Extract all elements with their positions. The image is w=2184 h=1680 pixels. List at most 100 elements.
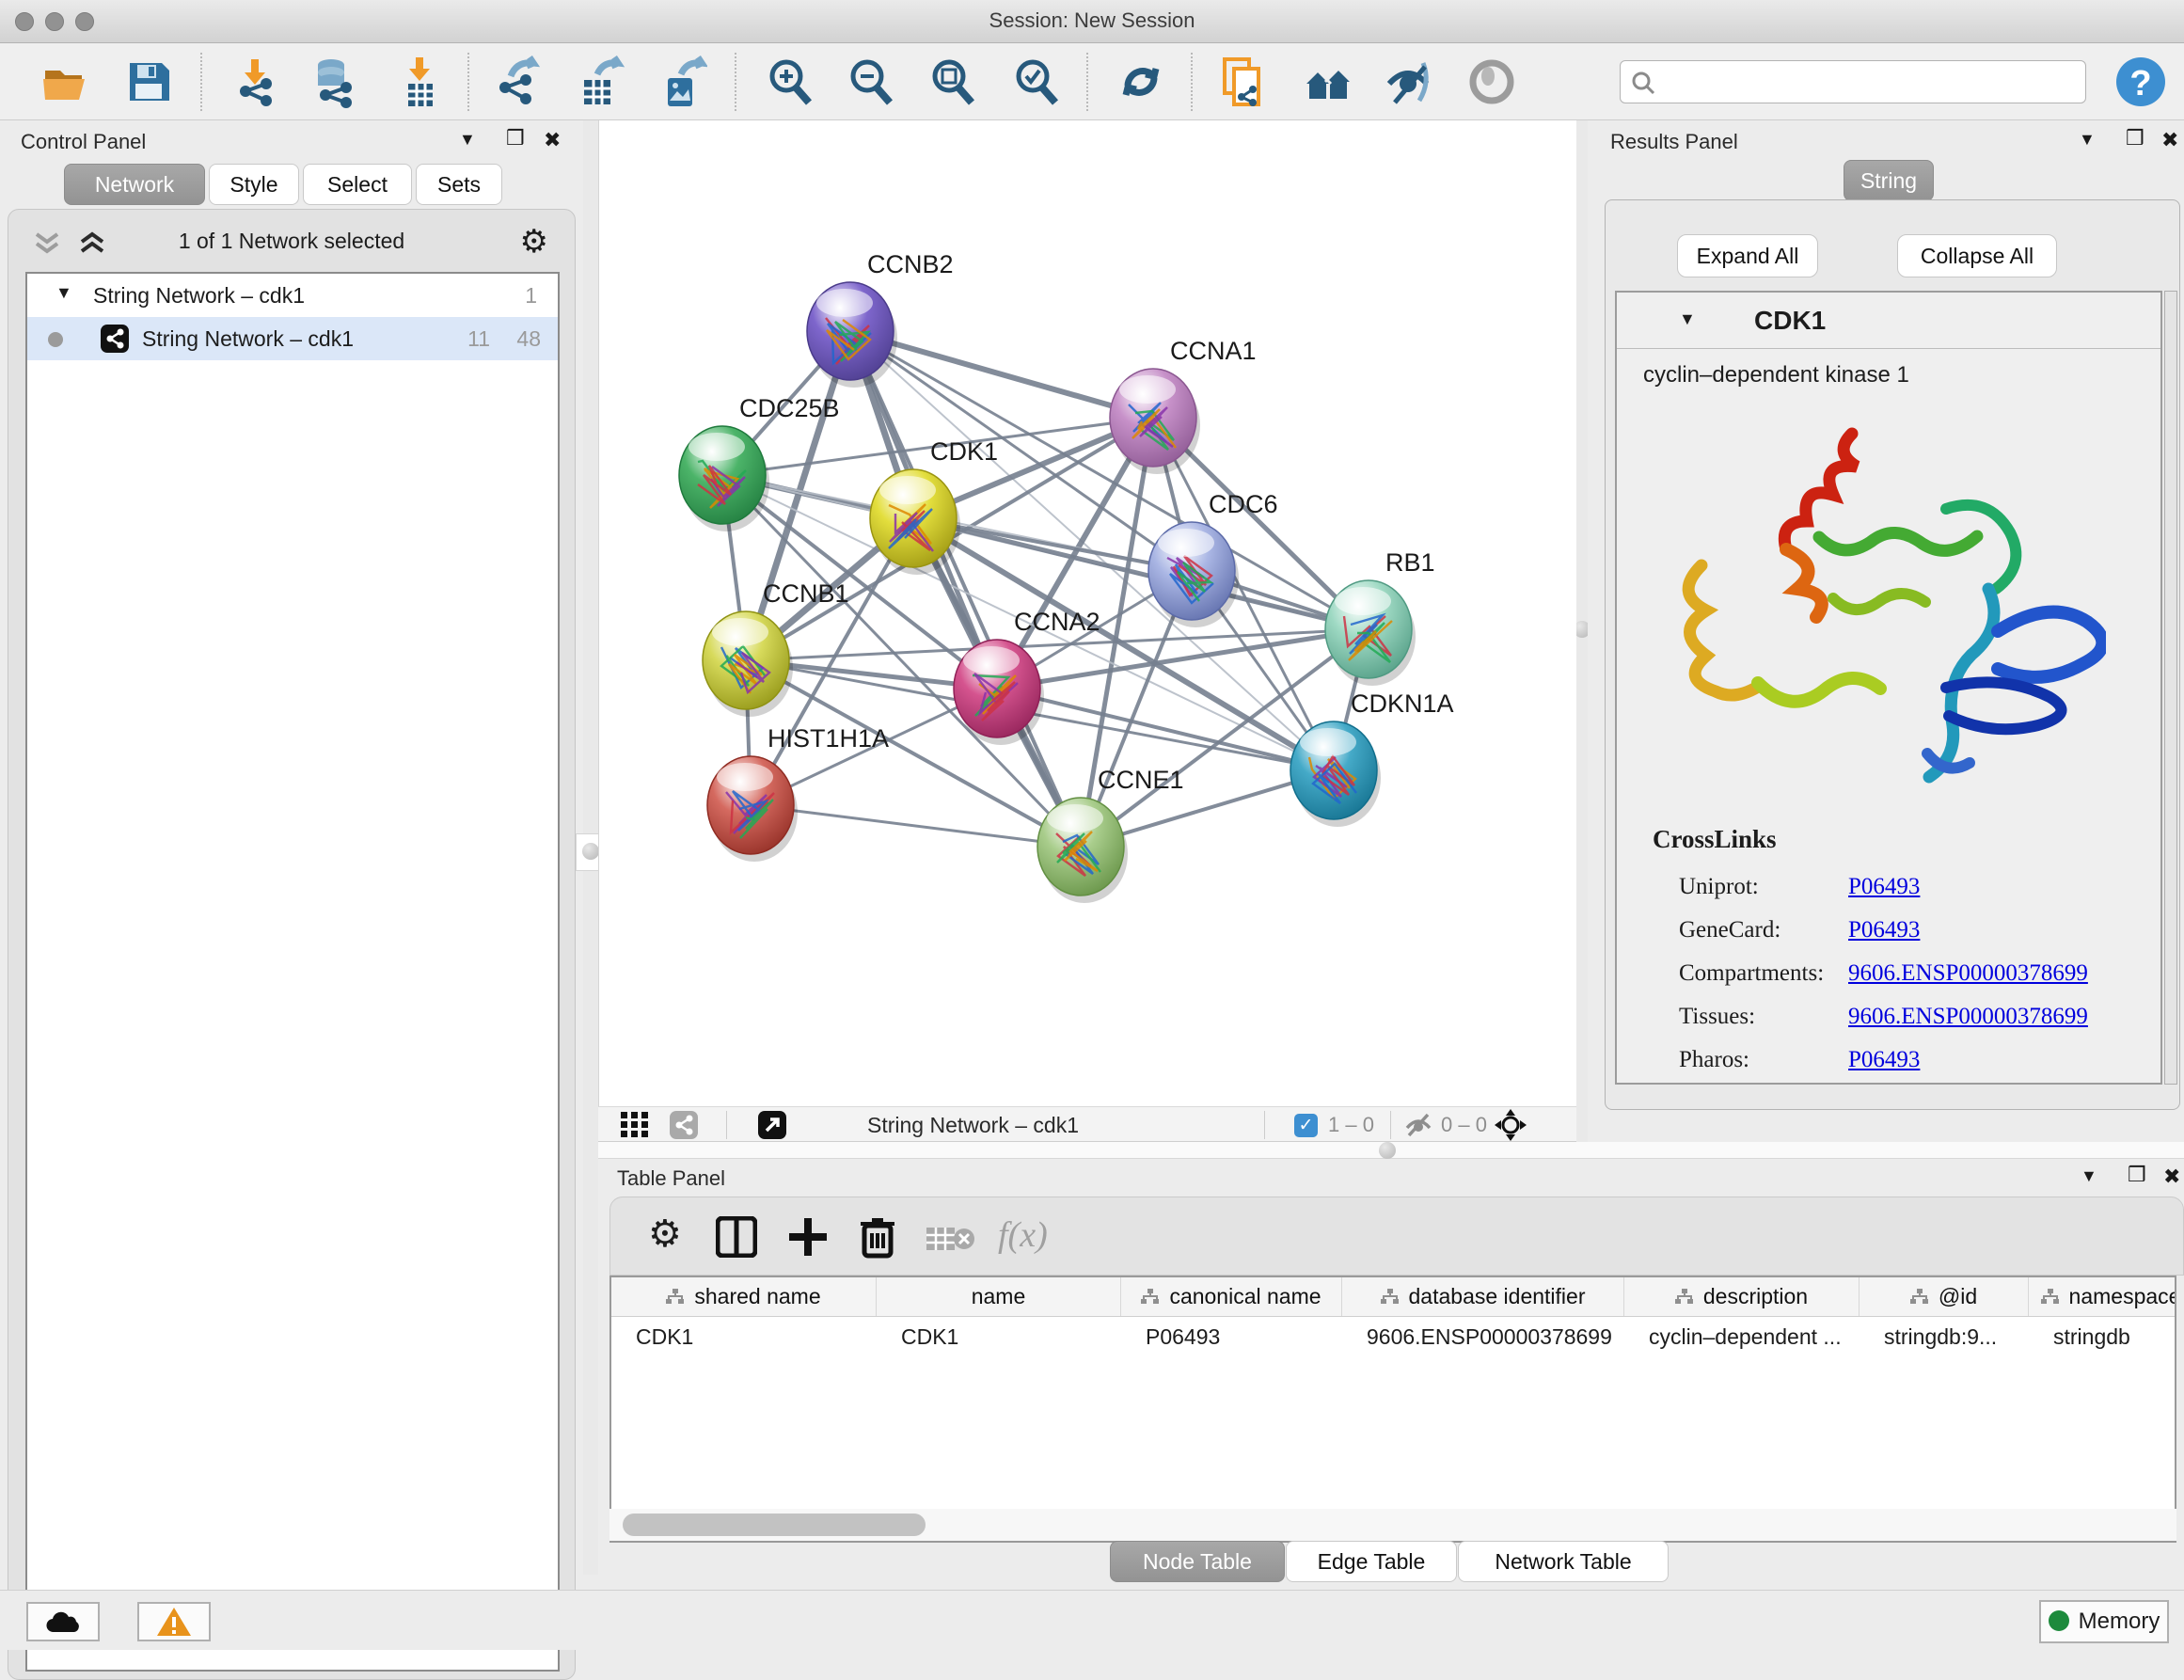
cell[interactable]: cyclin–dependent ...	[1624, 1317, 1860, 1356]
column-header-namespace[interactable]: namespace	[2029, 1277, 2176, 1316]
table-data-row[interactable]: CDK1CDK1P064939606.ENSP00000378699cyclin…	[611, 1317, 2175, 1356]
column-header-canonical-name[interactable]: canonical name	[1121, 1277, 1342, 1316]
column-header-database-identifier[interactable]: database identifier	[1342, 1277, 1624, 1316]
copy-network-icon[interactable]	[1217, 55, 1270, 108]
network-view-icon[interactable]	[670, 1111, 698, 1139]
edge-HIST1H1A-CCNE1[interactable]	[751, 805, 1081, 847]
column-header-name[interactable]: name	[877, 1277, 1121, 1316]
node-CDC6[interactable]: CDC6	[1148, 490, 1278, 627]
scrollbar-thumb[interactable]	[623, 1514, 926, 1536]
function-builder-icon[interactable]: f(x)	[998, 1214, 1048, 1256]
collapse-arrow-icon[interactable]: ▼	[55, 283, 72, 303]
zoom-in-icon[interactable]	[764, 55, 816, 108]
close-panel-icon[interactable]: ✖	[544, 128, 561, 152]
import-network-from-database-icon[interactable]	[307, 55, 359, 108]
crosslink-link[interactable]: P06493	[1848, 917, 1920, 943]
crosslink-link[interactable]: 9606.ENSP00000378699	[1848, 1004, 2088, 1030]
expand-all-button[interactable]: Expand All	[1677, 234, 1818, 277]
table-hscrollbar[interactable]	[609, 1509, 2176, 1541]
houses-icon[interactable]	[1301, 55, 1353, 108]
divider-handle[interactable]	[582, 843, 599, 860]
tab-style[interactable]: Style	[209, 164, 299, 205]
crosslink-link[interactable]: 9606.ENSP00000378699	[1848, 960, 2088, 987]
export-table-icon[interactable]	[573, 55, 625, 108]
cloud-button[interactable]	[26, 1602, 100, 1641]
collapse-arrow-icon[interactable]: ▼	[1679, 309, 1696, 329]
table-settings-gear-icon[interactable]: ⚙	[648, 1212, 682, 1256]
node-CDKN1A[interactable]: CDKN1A	[1290, 689, 1454, 827]
tab-network[interactable]: Network	[64, 164, 205, 205]
delete-table-icon[interactable]	[926, 1224, 975, 1254]
birds-eye-icon[interactable]	[1494, 1108, 1527, 1142]
help-icon[interactable]: ?	[2114, 55, 2167, 108]
node-RB1[interactable]: RB1	[1325, 548, 1435, 686]
cell[interactable]: CDK1	[877, 1317, 1121, 1356]
horizontal-divider[interactable]	[598, 1142, 2184, 1159]
node-HIST1H1A[interactable]: HIST1H1A	[707, 724, 889, 862]
gene-header-row[interactable]: ▼ CDK1	[1617, 293, 2160, 349]
divider-handle[interactable]	[1379, 1142, 1396, 1159]
collapse-all-button[interactable]: Collapse All	[1897, 234, 2057, 277]
column-header-description[interactable]: description	[1624, 1277, 1860, 1316]
tab-select[interactable]: Select	[303, 164, 412, 205]
float-panel-icon[interactable]: ▼	[2079, 130, 2096, 150]
export-image-icon[interactable]	[655, 55, 707, 108]
results-scrollbar[interactable]	[2164, 291, 2177, 1085]
tab-node-table[interactable]: Node Table	[1110, 1541, 1285, 1582]
maximize-panel-icon[interactable]: ❒	[2126, 126, 2144, 151]
search-input[interactable]	[1664, 65, 2068, 97]
right-panel-divider[interactable]	[1576, 120, 1588, 1142]
export-network-icon[interactable]	[492, 55, 545, 108]
tab-network-table[interactable]: Network Table	[1458, 1541, 1669, 1582]
tab-sets[interactable]: Sets	[416, 164, 502, 205]
tab-string[interactable]: String	[1844, 160, 1934, 201]
float-panel-icon[interactable]: ▼	[459, 130, 476, 150]
network-canvas[interactable]: CCNB2CCNA1CDC25BCDK1CDC6RB1CCNB1CCNA2CDK…	[598, 120, 1576, 1106]
cell[interactable]: 9606.ENSP00000378699	[1342, 1317, 1624, 1356]
zoom-fit-icon[interactable]	[926, 55, 979, 108]
zoom-out-icon[interactable]	[845, 55, 897, 108]
edge-CCNB2-CCNE1[interactable]	[850, 331, 1081, 847]
cell[interactable]: CDK1	[611, 1317, 877, 1356]
show-eye-icon[interactable]	[1465, 55, 1518, 108]
cell[interactable]: stringdb:9...	[1860, 1317, 2029, 1356]
import-table-icon[interactable]	[393, 55, 446, 108]
selected-checkbox-icon[interactable]: ✓	[1294, 1114, 1318, 1137]
column-header--id[interactable]: @id	[1860, 1277, 2029, 1316]
import-network-icon[interactable]	[229, 55, 281, 108]
maximize-panel-icon[interactable]: ❒	[506, 126, 525, 151]
delete-column-icon[interactable]	[857, 1214, 898, 1260]
grid-view-icon[interactable]	[621, 1112, 649, 1138]
cell[interactable]: P06493	[1121, 1317, 1342, 1356]
add-column-icon[interactable]	[787, 1216, 829, 1258]
close-panel-icon[interactable]: ✖	[2163, 1165, 2180, 1189]
crosslink-link[interactable]: P06493	[1848, 1047, 1920, 1073]
node-CCNE1[interactable]: CCNE1	[1037, 766, 1184, 903]
string-network-graph[interactable]: CCNB2CCNA1CDC25BCDK1CDC6RB1CCNB1CCNA2CDK…	[599, 120, 1577, 1106]
cell[interactable]: stringdb	[2029, 1317, 2176, 1356]
node-CDK1[interactable]: CDK1	[870, 437, 998, 575]
crosslink-link[interactable]: P06493	[1848, 874, 1920, 900]
node-table[interactable]: shared namenamecanonical namedatabase id…	[609, 1276, 2176, 1543]
show-columns-icon[interactable]	[716, 1216, 757, 1258]
network-row[interactable]: String Network – cdk1 11 48	[27, 317, 558, 360]
maximize-panel-icon[interactable]: ❒	[2128, 1163, 2146, 1187]
tab-edge-table[interactable]: Edge Table	[1286, 1541, 1457, 1582]
hidden-eye-icon[interactable]	[1403, 1113, 1433, 1137]
close-panel-icon[interactable]: ✖	[2161, 128, 2178, 152]
warnings-button[interactable]	[137, 1602, 211, 1641]
network-collection-row[interactable]: ▼ String Network – cdk1 1	[27, 274, 558, 317]
gear-icon[interactable]: ⚙	[520, 223, 548, 261]
memory-button[interactable]: Memory	[2039, 1600, 2169, 1643]
node-CCNB1[interactable]: CCNB1	[703, 579, 849, 717]
node-CCNB2[interactable]: CCNB2	[807, 250, 954, 388]
refresh-icon[interactable]	[1115, 55, 1167, 108]
column-header-shared-name[interactable]: shared name	[611, 1277, 877, 1316]
detach-view-icon[interactable]	[758, 1111, 786, 1139]
node-CCNA1[interactable]: CCNA1	[1110, 337, 1257, 474]
open-session-icon[interactable]	[40, 55, 92, 108]
float-panel-icon[interactable]: ▼	[2081, 1166, 2097, 1186]
save-session-icon[interactable]	[122, 55, 175, 108]
left-panel-divider[interactable]	[583, 120, 598, 1575]
hide-eye-icon[interactable]	[1382, 55, 1434, 108]
